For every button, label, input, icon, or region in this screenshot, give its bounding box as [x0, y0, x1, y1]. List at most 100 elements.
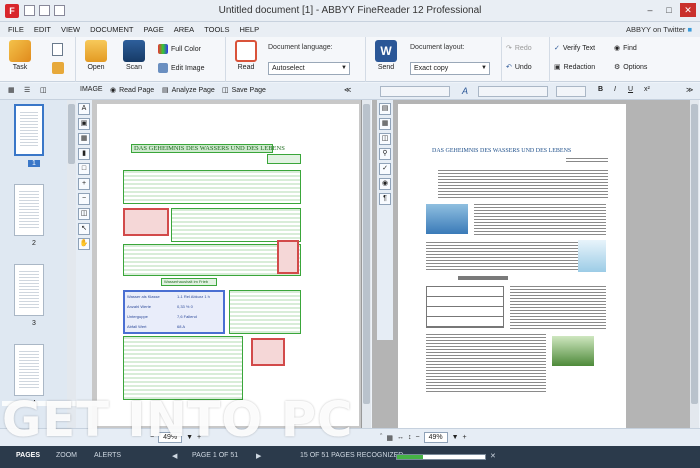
options-button[interactable]: ⚙ Options	[614, 63, 647, 72]
columns-view-icon[interactable]: ◫	[379, 133, 391, 145]
pages-up-icon[interactable]: ˆ	[380, 434, 382, 441]
tab-pages[interactable]: PAGES	[16, 452, 40, 459]
stop-icon[interactable]: ✕	[490, 452, 496, 460]
new-page-icon[interactable]	[52, 43, 63, 56]
menu-file[interactable]: FILE	[8, 25, 24, 34]
full-color-button[interactable]: Full Color	[158, 44, 201, 54]
redo-button[interactable]: ↷ Redo	[506, 44, 532, 53]
read-button[interactable]: Read	[228, 37, 264, 71]
menu-edit[interactable]: EDIT	[34, 25, 51, 34]
doc-language-select[interactable]: Autoselect ▼	[268, 62, 350, 75]
doc-layout-select[interactable]: Exact copy ▼	[410, 62, 490, 75]
font-select[interactable]	[478, 86, 548, 97]
layout-view-icon[interactable]: ▦	[379, 118, 391, 130]
text-scrollbar[interactable]	[690, 100, 699, 428]
find-button[interactable]: ◉ Find	[614, 44, 637, 53]
menu-document[interactable]: DOCUMENT	[90, 25, 133, 34]
search-icon[interactable]: ⚲	[379, 148, 391, 160]
italic-icon[interactable]: I	[614, 86, 616, 93]
underline-icon[interactable]: U	[628, 86, 633, 93]
view-details-icon[interactable]: ☰	[24, 86, 30, 94]
hand-icon[interactable]: ✋	[78, 238, 90, 250]
table-zone[interactable]: Wasser als Klasse 1-1 Rel Abkurz 1 h Anz…	[123, 290, 225, 334]
menu-help[interactable]: HELP	[239, 25, 259, 34]
scroll-thumb[interactable]	[691, 104, 698, 404]
split-area-icon[interactable]: ◫	[78, 208, 90, 220]
fit-page-icon[interactable]: ▦	[386, 434, 393, 442]
page-thumbnail[interactable]	[14, 104, 44, 156]
pointer-icon[interactable]: ↖	[78, 223, 90, 235]
redaction-button[interactable]: ▣ Redaction	[554, 63, 595, 72]
picture-zone[interactable]	[277, 240, 299, 274]
picture-zone[interactable]	[251, 338, 285, 366]
zoom-view-icon[interactable]: ◉	[379, 178, 391, 190]
recognized-table[interactable]	[426, 286, 504, 328]
text-zoom-value[interactable]: 49%	[423, 432, 448, 443]
save-page-button[interactable]: ◫ Save Page	[222, 86, 266, 95]
menu-page[interactable]: PAGE	[143, 25, 163, 34]
text-zone[interactable]	[171, 208, 301, 242]
add-area-icon[interactable]: +	[78, 178, 90, 190]
menu-view[interactable]: VIEW	[61, 25, 80, 34]
text-zone[interactable]	[123, 336, 243, 400]
font-style-icon[interactable]: A	[462, 86, 468, 96]
menu-area[interactable]: AREA	[174, 25, 194, 34]
view-list-icon[interactable]: ◫	[40, 86, 47, 94]
menu-tools[interactable]: TOOLS	[204, 25, 229, 34]
close-button[interactable]: ✕	[680, 3, 696, 17]
scroll-thumb[interactable]	[363, 104, 370, 404]
next-page-icon[interactable]: ▶	[256, 452, 261, 460]
twitter-link[interactable]: ABBYY on Twitter ■	[626, 25, 692, 34]
scroll-thumb[interactable]	[68, 104, 75, 164]
tab-zoom[interactable]: ZOOM	[56, 452, 77, 459]
read-page-button[interactable]: ◉ Read Page	[110, 86, 154, 95]
text-zone[interactable]	[123, 244, 301, 276]
send-button[interactable]: W Send	[368, 37, 404, 71]
text-view-icon[interactable]: ▤	[379, 103, 391, 115]
background-area-icon[interactable]: □	[78, 163, 90, 175]
remove-area-icon[interactable]: −	[78, 193, 90, 205]
bold-icon[interactable]: B	[598, 86, 603, 93]
style-select[interactable]	[380, 86, 450, 97]
picture-area-icon[interactable]: ▣	[78, 118, 90, 130]
collapse-icon[interactable]: ≪	[344, 86, 351, 94]
analyze-page-button[interactable]: ▤ Analyze Page	[162, 86, 215, 95]
font-size-select[interactable]	[556, 86, 586, 97]
verify-text-button[interactable]: ✓ Verify Text	[554, 44, 595, 53]
edit-image-button[interactable]: Edit Image	[158, 63, 204, 73]
maximize-button[interactable]: □	[661, 3, 677, 17]
paragraph[interactable]	[510, 286, 606, 330]
barcode-area-icon[interactable]: ▮	[78, 148, 90, 160]
task-button[interactable]: Task	[2, 37, 38, 71]
scan-button[interactable]: Scan	[116, 37, 152, 71]
picture-zone[interactable]	[123, 208, 169, 236]
superscript-icon[interactable]: x²	[644, 86, 650, 93]
minimize-button[interactable]: –	[642, 3, 658, 17]
folder-small-icon[interactable]	[52, 62, 64, 74]
paragraph[interactable]	[426, 334, 546, 394]
page-thumbnail[interactable]	[14, 344, 44, 396]
text-zone[interactable]	[267, 154, 301, 164]
paragraph[interactable]	[474, 204, 606, 236]
heading-zone[interactable]: DAS GEHEIMNIS DES WASSERS UND DES LEBENS	[131, 144, 285, 153]
page-thumbnail[interactable]	[14, 264, 44, 316]
expand-icon[interactable]: ≫	[686, 86, 693, 94]
paragraph-icon[interactable]: ¶	[379, 193, 391, 205]
tab-alerts[interactable]: ALERTS	[94, 452, 121, 459]
fit-height-icon[interactable]: ↕	[408, 434, 412, 441]
image-scrollbar[interactable]	[362, 100, 371, 428]
zoom-in-icon[interactable]: +	[463, 434, 467, 441]
undo-button[interactable]: ↶ Undo	[506, 63, 532, 72]
text-area-icon[interactable]: A	[78, 103, 90, 115]
paragraph[interactable]	[438, 170, 608, 200]
text-zone[interactable]	[123, 170, 301, 204]
page-thumbnail[interactable]	[14, 184, 44, 236]
zoom-dropdown-icon[interactable]: ▼	[452, 434, 459, 441]
view-thumbnails-icon[interactable]: ▦	[8, 86, 15, 94]
zoom-out-icon[interactable]: −	[415, 434, 419, 441]
verify-view-icon[interactable]: ✓	[379, 163, 391, 175]
text-zone[interactable]	[229, 290, 301, 334]
open-button[interactable]: Open	[78, 37, 114, 71]
table-area-icon[interactable]: ▦	[78, 133, 90, 145]
table-caption-zone[interactable]: Wasserhaushalt im Frieb	[161, 278, 217, 286]
